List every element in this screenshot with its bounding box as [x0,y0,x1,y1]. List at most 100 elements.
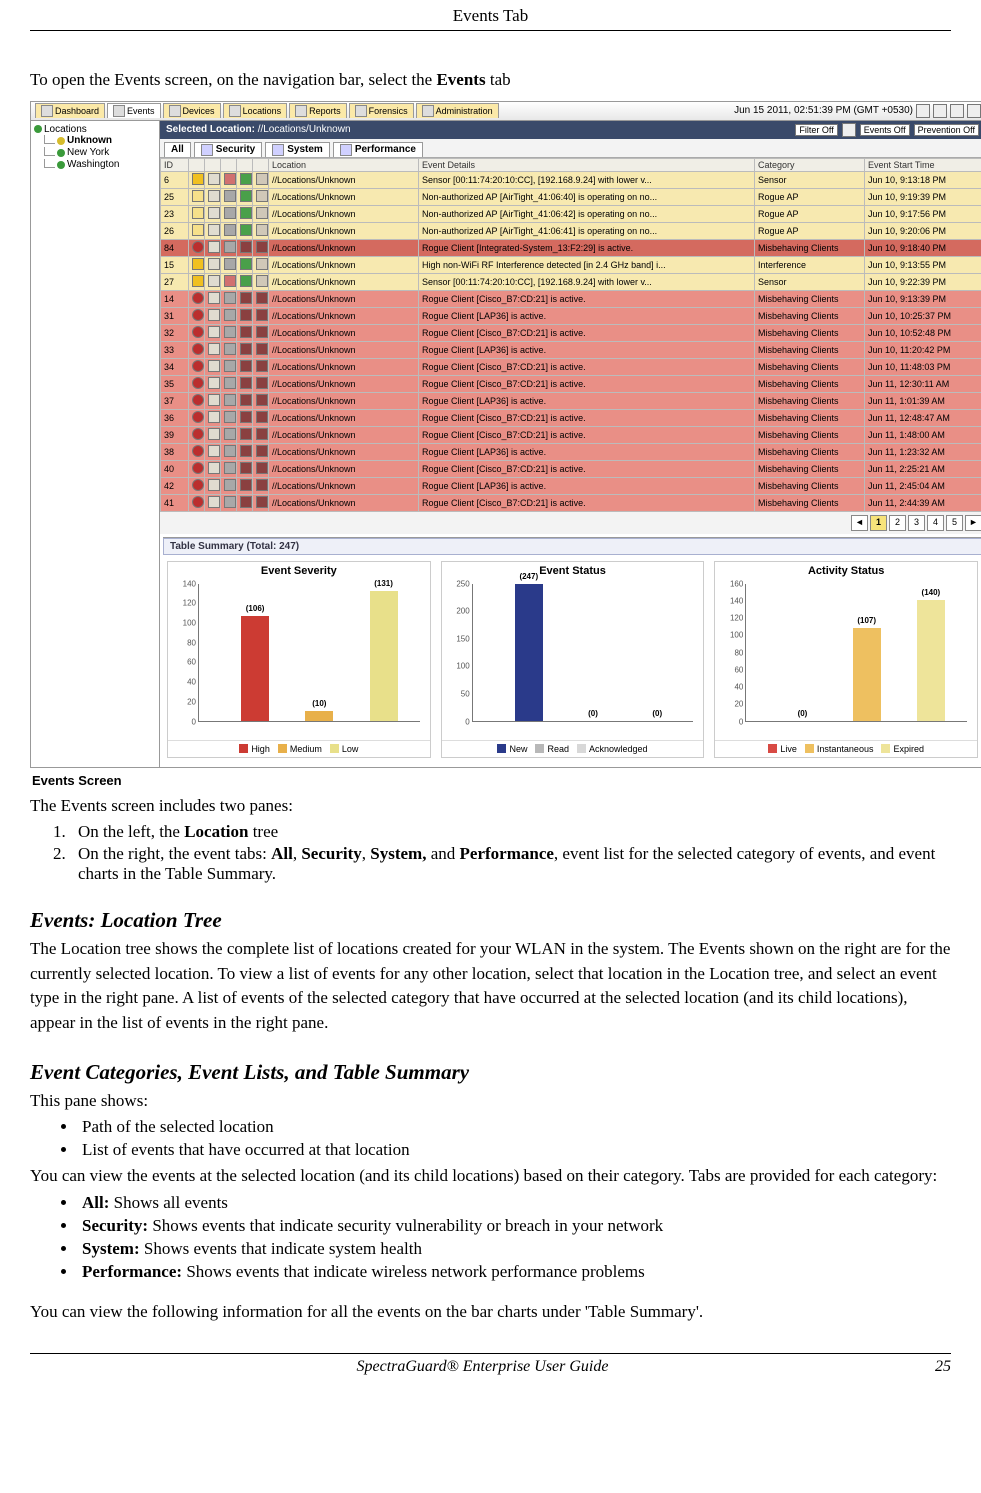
nav-tab-reports[interactable]: Reports [289,103,347,118]
row-grey-icon [224,241,236,253]
row-dk-icon [240,411,252,423]
forensics-icon [355,105,367,117]
table-row[interactable]: 6//Locations/UnknownSensor [00:11:74:20:… [161,171,981,188]
col-header[interactable]: Event Start Time [865,158,981,171]
col-header[interactable] [205,158,221,171]
table-row[interactable]: 36//Locations/UnknownRogue Client [Cisco… [161,409,981,426]
table-row[interactable]: 23//Locations/UnknownNon-authorized AP [… [161,205,981,222]
system-icon [272,144,284,156]
location-tree[interactable]: LocationsUnknownNew YorkWashington [31,121,160,767]
intro-paragraph: To open the Events screen, on the naviga… [30,67,951,93]
nav-icon-2[interactable] [933,104,947,118]
col-header[interactable] [189,158,205,171]
row-red-icon [192,496,204,508]
table-row[interactable]: 14//Locations/UnknownRogue Client [Cisco… [161,290,981,307]
nav-tab-devices[interactable]: Devices [163,103,221,118]
para-bar-charts: You can view the following information f… [30,1300,951,1325]
col-header[interactable] [221,158,237,171]
row-red-icon [192,309,204,321]
row-grey-icon [224,479,236,491]
row-red-icon [192,445,204,457]
row-ok-icon [240,190,252,202]
row-dk-icon [256,411,268,423]
tree-node-locations[interactable]: Locations [34,124,156,135]
nav-tab-locations[interactable]: Locations [223,103,288,118]
col-header[interactable] [237,158,253,171]
table-row[interactable]: 15//Locations/UnknownHigh non-WiFi RF In… [161,256,981,273]
subtab-system[interactable]: System [265,142,330,157]
pager-btn[interactable]: 5 [946,515,963,531]
table-row[interactable]: 26//Locations/UnknownNon-authorized AP [… [161,222,981,239]
table-pager[interactable]: ◄12345► [160,512,981,534]
col-header[interactable]: Category [755,158,865,171]
filter-toggle[interactable]: Filter Off [795,124,837,136]
row-grey-icon [224,394,236,406]
row-mail-icon [208,207,220,219]
subtab-all[interactable]: All [164,142,191,157]
pager-btn[interactable]: 1 [870,515,887,531]
table-row[interactable]: 39//Locations/UnknownRogue Client [Cisco… [161,426,981,443]
pager-btn[interactable]: ◄ [851,515,868,531]
tree-node-new-york[interactable]: New York [34,147,156,159]
nav-tab-forensics[interactable]: Forensics [349,103,414,118]
pager-btn[interactable]: 4 [927,515,944,531]
events-table[interactable]: ID LocationEvent DetailsCategoryEvent Sta… [160,158,981,512]
pager-btn[interactable]: 3 [908,515,925,531]
table-row[interactable]: 31//Locations/UnknownRogue Client [LAP36… [161,307,981,324]
table-row[interactable]: 41//Locations/UnknownRogue Client [Cisco… [161,494,981,511]
table-row[interactable]: 35//Locations/UnknownRogue Client [Cisco… [161,375,981,392]
col-header[interactable]: ID [161,158,189,171]
col-header[interactable] [253,158,269,171]
table-row[interactable]: 40//Locations/UnknownRogue Client [Cisco… [161,460,981,477]
chart-event-status: Event Status050100150200250(247)(0)(0)Ne… [441,561,705,758]
bullet-path: Path of the selected location [78,1117,951,1137]
row-ok-icon [240,275,252,287]
row-grey-icon [224,411,236,423]
table-row[interactable]: 34//Locations/UnknownRogue Client [Cisco… [161,358,981,375]
filter-icon[interactable] [842,123,856,137]
selected-location-label: Selected Location: [166,124,255,135]
nav-tab-events[interactable]: Events [107,103,161,118]
row-dk-icon [240,309,252,321]
row-dk-icon [256,326,268,338]
footer-title: SpectraGuard® Enterprise User Guide [357,1358,609,1376]
row-ok-icon [240,207,252,219]
row-dk-icon [240,241,252,253]
administration-icon [422,105,434,117]
row-warn-icon [192,173,204,185]
table-row[interactable]: 33//Locations/UnknownRogue Client [LAP36… [161,341,981,358]
locations-icon [229,105,241,117]
pager-btn[interactable]: ► [965,515,981,531]
subtab-security[interactable]: Security [194,142,262,157]
tree-node-washington[interactable]: Washington [34,159,156,171]
row-red-icon [192,377,204,389]
row-dk-icon [240,394,252,406]
row-del-icon [224,173,236,185]
nav-icon-3[interactable] [950,104,964,118]
selected-location-path: //Locations/Unknown [258,124,351,135]
nav-icon-4[interactable] [967,104,981,118]
table-row[interactable]: 37//Locations/UnknownRogue Client [LAP36… [161,392,981,409]
subtab-performance[interactable]: Performance [333,142,423,157]
table-row[interactable]: 42//Locations/UnknownRogue Client [LAP36… [161,477,981,494]
table-row[interactable]: 25//Locations/UnknownNon-authorized AP [… [161,188,981,205]
nav-tab-dashboard[interactable]: Dashboard [35,103,105,118]
table-row[interactable]: 84//Locations/UnknownRogue Client [Integ… [161,239,981,256]
col-header[interactable]: Location [269,158,419,171]
nav-tab-administration[interactable]: Administration [416,103,499,118]
row-grey-icon [224,496,236,508]
table-row[interactable]: 27//Locations/UnknownSensor [00:11:74:20… [161,273,981,290]
pager-btn[interactable]: 2 [889,515,906,531]
events-off-toggle[interactable]: Events Off [860,124,910,136]
nav-icon-1[interactable] [916,104,930,118]
row-dk-icon [240,377,252,389]
row-dk-icon [256,496,268,508]
events-screenshot: DashboardEventsDevicesLocationsReportsFo… [30,101,981,768]
table-row[interactable]: 32//Locations/UnknownRogue Client [Cisco… [161,324,981,341]
row-mail-icon [208,343,220,355]
row-lock-icon [256,207,268,219]
table-row[interactable]: 38//Locations/UnknownRogue Client [LAP36… [161,443,981,460]
tree-node-unknown[interactable]: Unknown [34,135,156,147]
prevention-off-toggle[interactable]: Prevention Off [914,124,979,136]
col-header[interactable]: Event Details [419,158,755,171]
